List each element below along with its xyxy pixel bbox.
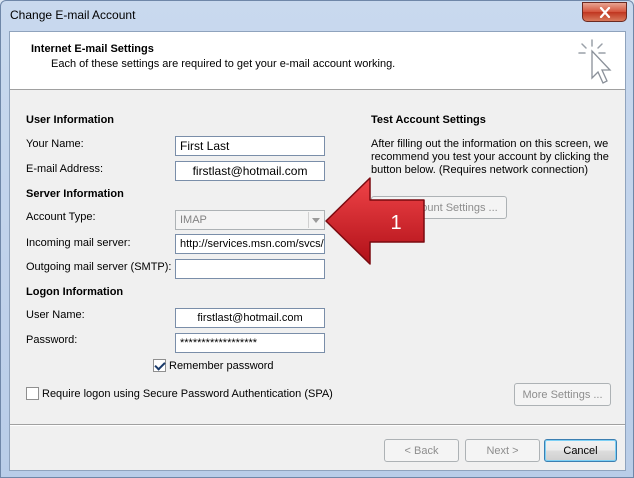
user-name-input[interactable]: firstlast@hotmail.com [175,308,325,328]
account-type-select[interactable]: IMAP [175,210,325,230]
user-name-value: firstlast@hotmail.com [197,312,303,324]
annotation-number: 1 [390,212,401,234]
spa-checkbox[interactable] [26,387,39,400]
window-title: Change E-mail Account [10,8,136,22]
email-address-input[interactable]: firstlast@hotmail.com [175,161,325,181]
next-button[interactable]: Next > [465,439,540,462]
server-info-section-title: Server Information [26,188,124,200]
outgoing-server-input[interactable] [175,259,325,279]
incoming-server-label: Incoming mail server: [26,237,131,249]
password-input[interactable]: ****************** [175,333,325,353]
close-button[interactable] [582,2,627,22]
cancel-button[interactable]: Cancel [544,439,617,462]
your-name-value: First Last [180,139,230,153]
cancel-label: Cancel [563,444,598,457]
annotation-arrow-icon: 1 [325,177,425,265]
remember-password-checkbox[interactable] [153,359,166,372]
email-address-value: firstlast@hotmail.com [192,164,308,178]
more-settings-label: More Settings ... [522,388,603,401]
back-button[interactable]: < Back [384,439,459,462]
your-name-label: Your Name: [26,138,84,150]
user-name-label: User Name: [26,309,85,321]
chevron-down-icon [312,217,320,223]
outgoing-server-label: Outgoing mail server (SMTP): [26,261,172,273]
email-address-label: E-mail Address: [26,163,104,175]
separator [10,424,625,426]
cursor-click-icon [578,39,612,84]
test-settings-section-title: Test Account Settings [371,114,486,126]
next-label: Next > [486,444,519,457]
remember-password-label[interactable]: Remember password [169,360,274,372]
header-subtitle: Each of these settings are required to g… [51,58,396,70]
dialog-client-area: Internet E-mail Settings Each of these s… [9,31,626,471]
your-name-input[interactable]: First Last [175,136,325,156]
header-title: Internet E-mail Settings [31,43,154,55]
close-icon [599,6,610,18]
more-settings-button[interactable]: More Settings ... [514,383,611,406]
dialog-window: Change E-mail Account Internet E-mail Se… [0,0,634,478]
dropdown-arrow [308,212,323,228]
account-type-label: Account Type: [26,211,96,223]
password-label: Password: [26,334,78,346]
spa-label[interactable]: Require logon using Secure Password Auth… [42,388,333,400]
password-value: ****************** [180,337,258,349]
user-info-section-title: User Information [26,114,115,126]
title-bar[interactable]: Change E-mail Account [1,1,633,31]
incoming-server-input[interactable]: http://services.msn.com/svcs/ [175,234,325,254]
account-type-value: IMAP [180,214,207,226]
incoming-server-value: http://services.msn.com/svcs/ [180,238,324,250]
back-label: < Back [404,444,439,457]
logon-info-section-title: Logon Information [26,286,124,298]
header-panel: Internet E-mail Settings Each of these s… [10,32,625,90]
